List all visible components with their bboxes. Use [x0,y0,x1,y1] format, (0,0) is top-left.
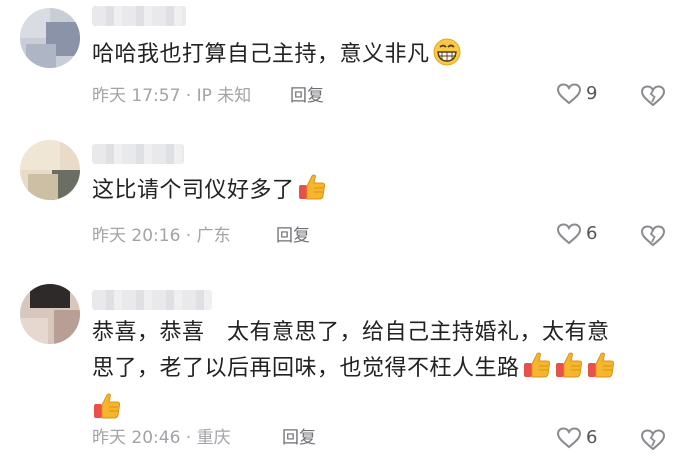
broken-heart-icon [640,85,666,107]
dislike-button[interactable] [640,428,666,456]
reply-button[interactable]: 回复 [282,426,316,450]
comment-text: 这比请个司仪好多了 [92,172,327,212]
heart-icon [556,223,582,245]
comment-meta: 昨天 17:57 · IP 未知 [92,86,252,106]
avatar[interactable] [20,140,80,200]
like-button[interactable]: 6 [556,222,597,246]
comment-meta: 昨天 20:16 · 广东 [92,226,231,246]
username-blurred[interactable] [92,290,212,310]
like-count: 6 [586,427,598,448]
broken-heart-icon [640,429,666,451]
comment-meta: 昨天 20:46 · 重庆 [92,428,231,448]
comment-item: 哈哈我也打算自己主持，意义非凡 昨天 17:57 · IP 未知 回复 9 [0,0,682,130]
dislike-button[interactable] [640,224,666,252]
heart-icon [556,83,582,105]
like-button[interactable]: 9 [556,82,597,106]
username-blurred[interactable] [92,6,186,26]
comment-text: 恭喜，恭喜 太有意思了，给自己主持婚礼，太有意 思了，老了以后再回味，也觉得不枉… [92,316,672,432]
avatar[interactable] [20,284,80,344]
broken-heart-icon [640,225,666,247]
comment-text-line: 恭喜，恭喜 太有意思了，给自己主持婚礼，太有意 [92,320,610,345]
like-count: 9 [586,83,598,104]
thumbs-up-emoji [297,172,327,212]
grin-emoji [432,38,462,76]
comment-item: 这比请个司仪好多了 昨天 20:16 · 广东 回复 6 [0,130,682,270]
like-count: 6 [586,223,598,244]
thumbs-up-emoji [554,350,584,391]
comment-text-line: 思了，老了以后再回味，也觉得不枉人生路 [92,350,672,391]
thumbs-up-emoji [586,350,616,391]
comment-text-content: 哈哈我也打算自己主持，意义非凡 [92,42,430,67]
avatar[interactable] [20,8,80,68]
comment-item: 恭喜，恭喜 太有意思了，给自己主持婚礼，太有意 思了，老了以后再回味，也觉得不枉… [0,270,682,464]
like-button[interactable]: 6 [556,426,597,450]
dislike-button[interactable] [640,84,666,112]
comment-text-content: 思了，老了以后再回味，也觉得不枉人生路 [92,356,520,381]
thumbs-up-emoji [522,350,552,391]
heart-icon [556,427,582,449]
comment-text-content: 这比请个司仪好多了 [92,178,295,203]
reply-button[interactable]: 回复 [290,84,324,108]
username-blurred[interactable] [92,144,184,164]
reply-button[interactable]: 回复 [276,224,310,248]
comment-text: 哈哈我也打算自己主持，意义非凡 [92,38,462,76]
